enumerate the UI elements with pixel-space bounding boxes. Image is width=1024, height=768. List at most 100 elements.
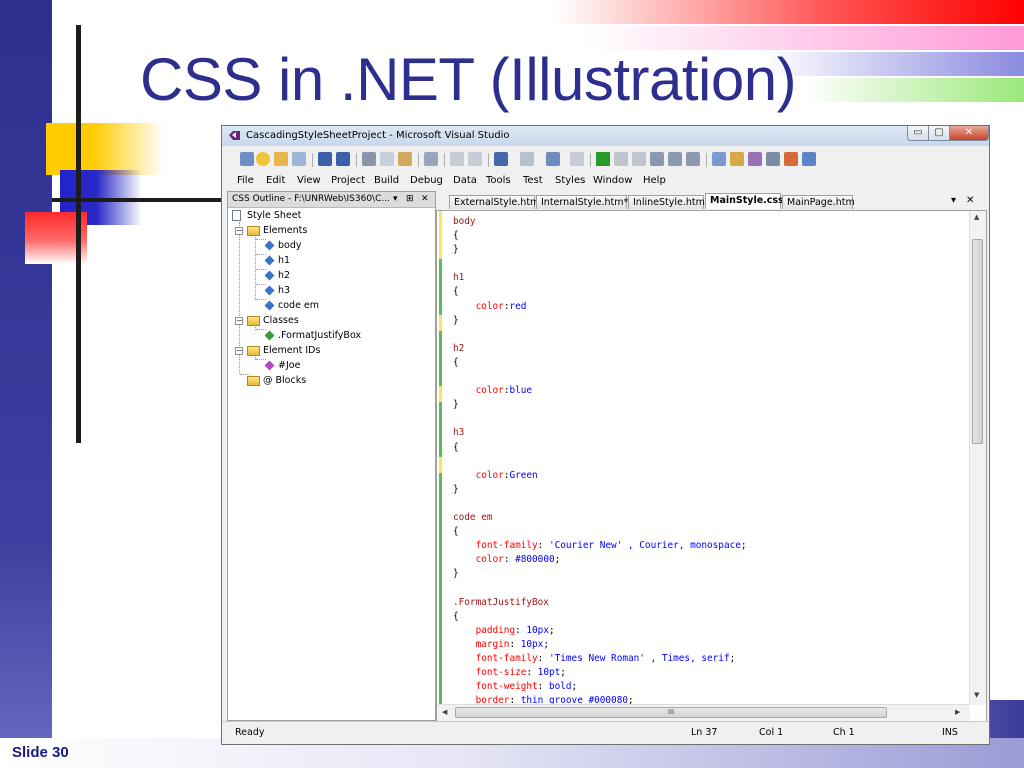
close-window-button[interactable]: ✕ [949,126,989,141]
code-line[interactable]: .FormatJustifyBox [453,596,747,610]
code-line[interactable]: color:Green [453,469,747,483]
minimize-button[interactable]: ▭ [907,126,929,141]
step-over-icon[interactable] [668,152,682,166]
code-line[interactable] [453,412,747,426]
scroll-left-icon[interactable]: ◀ [442,708,447,716]
code-line[interactable]: { [453,229,747,243]
css-outline-header[interactable]: CSS Outline - F:\UNRWeb\IS360\C... ▾ ⊞ ✕ [228,192,435,208]
toolbox-icon[interactable] [766,152,780,166]
navigate-backward-icon[interactable] [546,152,560,166]
code-line[interactable]: h1 [453,271,747,285]
step-into-icon[interactable] [650,152,664,166]
code-line[interactable]: color: #800000; [453,553,747,567]
cut-icon[interactable] [362,152,376,166]
maximize-button[interactable]: ▢ [928,126,950,141]
scroll-up-icon[interactable]: ▲ [974,213,979,221]
code-line[interactable]: } [453,567,747,581]
horizontal-scrollbar[interactable]: ◀ III ▶ [437,704,970,721]
scroll-right-icon[interactable]: ▶ [955,708,960,716]
close-tab-icon[interactable]: ✕ [966,195,974,206]
navigate-forward-icon[interactable] [570,152,584,166]
code-line[interactable] [453,257,747,271]
code-line[interactable]: { [453,525,747,539]
code-editor[interactable]: body{} h1{ color:red} h2{ color:blue} h3… [436,210,987,722]
save-all-icon[interactable] [336,152,350,166]
pause-icon[interactable] [614,152,628,166]
add-item-icon[interactable] [256,152,270,166]
collapse-icon[interactable]: − [235,317,243,325]
code-line[interactable] [453,328,747,342]
menu-tools[interactable]: Tools [486,175,511,186]
properties-icon[interactable] [748,152,762,166]
open-file-icon[interactable] [274,152,288,166]
dropdown-icon[interactable]: ▾ [393,194,398,204]
paste-icon[interactable] [398,152,412,166]
menu-data[interactable]: Data [453,175,477,186]
code-text[interactable]: body{} h1{ color:red} h2{ color:blue} h3… [453,215,747,721]
vertical-scroll-thumb[interactable] [972,239,983,444]
add-new-item-icon[interactable] [292,152,306,166]
code-line[interactable]: color:blue [453,384,747,398]
tab-mainpage[interactable]: MainPage.htm [782,195,855,209]
comment-icon[interactable] [450,152,464,166]
menu-edit[interactable]: Edit [266,175,285,186]
code-line[interactable]: font-family: 'Times New Roman' , Times, … [453,652,747,666]
start-debugging-icon[interactable] [596,152,610,166]
code-line[interactable]: padding: 10px; [453,624,747,638]
menu-help[interactable]: Help [643,175,666,186]
code-line[interactable]: { [453,285,747,299]
code-line[interactable]: font-size: 10pt; [453,666,747,680]
scroll-down-icon[interactable]: ▼ [974,691,979,699]
new-project-icon[interactable] [240,152,254,166]
code-line[interactable]: body [453,215,747,229]
code-line[interactable]: h2 [453,342,747,356]
menu-build[interactable]: Build [374,175,399,186]
solution-explorer-icon[interactable] [730,152,744,166]
pin-icon[interactable]: ⊞ [406,194,414,204]
code-line[interactable]: } [453,398,747,412]
step-out-icon[interactable] [686,152,700,166]
tab-externalstyle[interactable]: ExternalStyle.htm [449,195,539,209]
menu-test[interactable]: Test [523,175,543,186]
window-titlebar[interactable]: CascadingStyleSheetProject - Microsoft V… [222,126,989,146]
code-line[interactable]: } [453,314,747,328]
code-line[interactable] [453,497,747,511]
menu-styles[interactable]: Styles [555,175,585,186]
collapse-icon[interactable]: − [235,347,243,355]
close-panel-icon[interactable]: ✕ [421,194,429,204]
code-line[interactable]: } [453,483,747,497]
find-in-files-icon[interactable] [712,152,726,166]
save-icon[interactable] [318,152,332,166]
tab-inlinestyle[interactable]: InlineStyle.htm [628,195,705,209]
tab-mainstyle[interactable]: MainStyle.css* [705,193,789,209]
code-line[interactable] [453,455,747,469]
code-line[interactable]: } [453,243,747,257]
code-line[interactable]: font-family: 'Courier New' , Courier, mo… [453,539,747,553]
start-page-icon[interactable] [802,152,816,166]
undo-icon[interactable] [494,152,508,166]
code-line[interactable]: color:red [453,300,747,314]
redo-icon[interactable] [520,152,534,166]
code-line[interactable]: { [453,441,747,455]
code-line[interactable] [453,370,747,384]
menu-file[interactable]: File [237,175,254,186]
vertical-scrollbar[interactable]: ▲ ▼ [969,211,986,705]
menu-view[interactable]: View [297,175,321,186]
collapse-icon[interactable]: − [235,227,243,235]
code-line[interactable]: { [453,610,747,624]
code-line[interactable]: font-weight: bold; [453,680,747,694]
tab-list-dropdown-icon[interactable]: ▾ [951,195,956,206]
code-line[interactable]: code em [453,511,747,525]
code-line[interactable]: { [453,356,747,370]
code-line[interactable]: margin: 10px; [453,638,747,652]
copy-icon[interactable] [380,152,394,166]
code-line[interactable] [453,581,747,595]
object-browser-icon[interactable] [784,152,798,166]
horizontal-scroll-thumb[interactable]: III [455,707,887,718]
menu-debug[interactable]: Debug [410,175,443,186]
uncomment-icon[interactable] [468,152,482,166]
find-icon[interactable] [424,152,438,166]
menu-project[interactable]: Project [331,175,365,186]
tab-internalstyle[interactable]: InternalStyle.htm* [536,195,628,209]
code-line[interactable]: h3 [453,426,747,440]
